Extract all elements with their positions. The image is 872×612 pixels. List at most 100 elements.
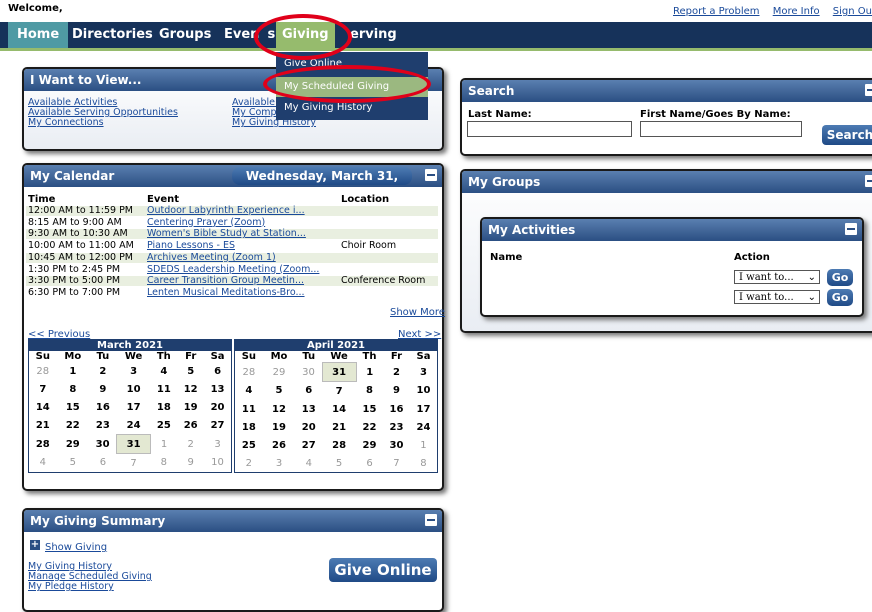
calendar-day[interactable]: 3 [410,363,437,382]
first-name-input[interactable] [640,121,802,137]
giving-summary-minimize-icon[interactable] [425,514,437,526]
calendar-day[interactable]: 1 [356,363,383,382]
calendar-day[interactable]: 7 [29,380,57,398]
calendar-day[interactable]: 28 [29,435,57,454]
calendar-day[interactable]: 2 [383,363,410,382]
calendar-day[interactable]: 2 [89,362,117,380]
calendar-day[interactable]: 13 [204,380,231,398]
calendar-day[interactable]: 12 [263,400,296,418]
nav-groups[interactable]: Groups [159,22,211,48]
event-link[interactable]: Archives Meeting (Zoom 1) [147,252,276,263]
calendar-day[interactable]: 17 [410,400,437,418]
calendar-day[interactable]: 8 [57,380,89,398]
event-link[interactable]: Lenten Musical Meditations-Bro... [147,287,305,298]
calendar-day[interactable]: 20 [295,418,322,436]
calendar-day[interactable]: 6 [89,454,117,473]
event-link[interactable]: Centering Prayer (Zoom) [147,217,265,228]
calendar-day[interactable]: 28 [235,363,263,382]
calendar-day[interactable]: 31 [321,362,357,382]
calendar-day[interactable]: 19 [177,398,204,416]
calendar-day[interactable]: 9 [383,382,410,401]
calendar-day[interactable]: 25 [235,436,263,454]
search-minimize-icon[interactable] [865,84,872,96]
calendar-day[interactable]: 14 [29,398,57,416]
show-giving-link[interactable]: Show Giving [45,542,107,553]
nav-home[interactable]: Home [8,22,69,48]
calendar-day[interactable]: 22 [356,418,383,436]
last-name-input[interactable] [467,121,632,137]
calendar-day[interactable]: 19 [263,418,296,436]
calendar-day[interactable]: 13 [295,400,322,418]
calendar-day[interactable]: 24 [117,416,151,435]
give-online-button[interactable]: Give Online [329,558,437,582]
search-button[interactable]: Search [822,125,872,145]
calendar-day[interactable]: 26 [177,416,204,435]
calendar-day[interactable]: 2 [177,435,204,454]
calendar-day[interactable]: 5 [57,454,89,473]
calendar-day[interactable]: 11 [150,380,177,398]
nav-directories[interactable]: Directories [72,22,153,48]
calendar-day[interactable]: 8 [356,382,383,401]
calendar-day[interactable]: 1 [150,435,177,454]
calendar-day[interactable]: 15 [356,400,383,418]
event-link[interactable]: Outdoor Labyrinth Experience i... [147,206,305,216]
calendar-day[interactable]: 20 [204,398,231,416]
calendar-day[interactable]: 25 [150,416,177,435]
calendar-day[interactable]: 23 [383,418,410,436]
show-more-link[interactable]: Show More [390,307,445,318]
plus-icon[interactable]: + [30,540,40,550]
my-activities-minimize-icon[interactable] [845,223,857,235]
my-connections-link[interactable]: My Connections [28,118,178,128]
calendar-day[interactable]: 4 [29,454,57,473]
calendar-day[interactable]: 1 [57,362,89,380]
calendar-day[interactable]: 31 [116,434,151,454]
event-link[interactable]: SDEDS Leadership Meeting (Zoom... [147,264,319,275]
calendar-day[interactable]: 5 [177,362,204,380]
more-info-link[interactable]: More Info [773,6,820,17]
menu-my-scheduled-giving[interactable]: My Scheduled Giving [276,77,428,97]
calendar-day[interactable]: 29 [57,435,89,454]
nav-serving[interactable]: erving [350,22,397,48]
calendar-day[interactable]: 18 [235,418,263,436]
event-link[interactable]: Women's Bible Study at Station... [147,229,306,239]
calendar-day[interactable]: 8 [410,454,437,472]
calendar-day[interactable]: 7 [383,454,410,472]
calendar-day[interactable]: 30 [383,436,410,454]
calendar-day[interactable]: 6 [204,362,231,380]
event-link[interactable]: Piano Lessons - ES [147,241,235,251]
calendar-day[interactable]: 21 [322,418,356,436]
calendar-day[interactable]: 3 [263,454,296,472]
calendar-day[interactable]: 9 [89,380,117,398]
calendar-day[interactable]: 21 [29,416,57,435]
calendar-day[interactable]: 12 [177,380,204,398]
calendar-day[interactable]: 11 [235,400,263,418]
calendar-day[interactable]: 24 [410,418,437,436]
event-link[interactable]: Career Transition Group Meetin... [147,276,304,286]
calendar-day[interactable]: 10 [204,454,231,473]
menu-give-online[interactable]: Give Online [276,54,428,74]
calendar-day[interactable]: 3 [117,362,151,380]
calendar-day[interactable]: 10 [410,382,437,401]
action-select-2[interactable]: I want to... ⌄ [734,290,820,304]
action-select-1[interactable]: I want to... ⌄ [734,270,820,284]
nav-events[interactable]: Even s [224,22,275,48]
calendar-date-button[interactable]: Wednesday, March 31, 2021 [232,167,412,201]
calendar-day[interactable]: 16 [89,398,117,416]
go-button-1[interactable]: Go [827,269,853,286]
calendar-day[interactable]: 14 [322,400,356,418]
menu-my-giving-history[interactable]: My Giving History [276,98,428,118]
go-button-2[interactable]: Go [827,289,853,306]
calendar-day[interactable]: 22 [57,416,89,435]
calendar-day[interactable]: 9 [177,454,204,473]
calendar-day[interactable]: 5 [322,454,356,472]
calendar-day[interactable]: 17 [117,398,151,416]
calendar-day[interactable]: 4 [295,454,322,472]
calendar-day[interactable]: 29 [263,363,296,382]
calendar-day[interactable]: 27 [204,416,231,435]
sign-out-link[interactable]: Sign Ou [833,6,872,17]
my-groups-minimize-icon[interactable] [865,175,872,187]
calendar-day[interactable]: 29 [356,436,383,454]
calendar-day[interactable]: 28 [322,436,356,454]
calendar-day[interactable]: 18 [150,398,177,416]
calendar-day[interactable]: 2 [235,454,263,472]
